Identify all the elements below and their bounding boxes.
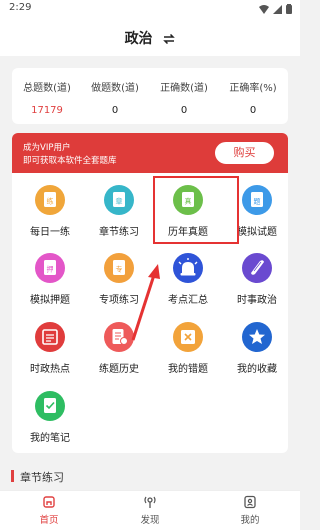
grid-item-special-practice[interactable]: 专 专项练习 <box>84 253 154 317</box>
grid-label: 练题历史 <box>99 364 139 375</box>
grid-label: 时政热点 <box>30 364 70 375</box>
notes-icon <box>35 391 65 421</box>
star-icon <box>242 322 272 352</box>
discover-icon <box>144 496 156 508</box>
hot-news-icon <box>35 322 65 352</box>
status-icons <box>259 4 292 14</box>
mock-prediction-icon: 押 <box>35 253 65 283</box>
battery-icon <box>286 4 292 14</box>
grid-label: 模拟押题 <box>30 295 70 306</box>
grid-item-current-politics[interactable]: 时事政治 <box>222 253 288 317</box>
history-icon <box>104 322 134 352</box>
grid-item-mock-prediction[interactable]: 押 模拟押题 <box>15 253 85 317</box>
svg-text:题: 题 <box>254 198 261 206</box>
svg-text:练: 练 <box>47 197 54 206</box>
grid-label: 考点汇总 <box>168 295 208 306</box>
grid-label: 专项练习 <box>99 295 139 306</box>
status-bar: 2:29 <box>0 0 300 18</box>
page-title: 政治 <box>124 31 153 47</box>
bottom-tab-bar: 首页 发现 我的 <box>0 490 300 530</box>
stat-accuracy: 正确率(%) 0 <box>220 68 286 124</box>
svg-text:章: 章 <box>116 197 123 206</box>
grid-item-my-notes[interactable]: 我的笔记 <box>15 391 85 453</box>
tab-profile[interactable]: 我的 <box>220 495 280 529</box>
wifi-icon <box>259 4 269 14</box>
stat-value: 0 <box>249 105 257 116</box>
grid-label: 时事政治 <box>237 295 277 306</box>
mock-questions-icon: 题 <box>242 185 272 215</box>
alarm-icon <box>173 253 203 283</box>
tab-label: 我的 <box>240 515 260 526</box>
features-card: 成为VIP用户 即可获取本软件全套题库 购买 练 每日一练 章 章节练习 真 历… <box>12 133 288 453</box>
grid-item-wrong-answers[interactable]: 我的错题 <box>153 322 223 386</box>
stat-value: 0 <box>111 105 119 116</box>
stat-total: 总题数(道) 17179 <box>14 68 80 124</box>
section-title: 章节练习 <box>20 471 64 484</box>
vip-description: 即可获取本软件全套题库 <box>23 156 117 166</box>
grid-item-chapter-practice[interactable]: 章 章节练习 <box>84 185 154 249</box>
grid-label: 章节练习 <box>99 227 139 238</box>
tab-label: 首页 <box>39 515 59 526</box>
grid-label: 我的收藏 <box>237 364 277 375</box>
buy-button[interactable]: 购买 <box>215 142 274 164</box>
daily-practice-icon: 练 <box>35 185 65 215</box>
stat-label: 做题数(道) <box>91 83 139 94</box>
grid-item-favorites[interactable]: 我的收藏 <box>222 322 288 386</box>
grid-item-practice-history[interactable]: 练题历史 <box>84 322 154 386</box>
switch-arrows-icon[interactable] <box>163 34 176 44</box>
title-bar: 政治 <box>0 18 300 56</box>
special-practice-icon: 专 <box>104 253 134 283</box>
status-time: 2:29 <box>9 2 32 13</box>
stat-correct: 正确数(道) 0 <box>151 68 217 124</box>
stat-value: 0 <box>180 105 188 116</box>
stat-done: 做题数(道) 0 <box>82 68 148 124</box>
stats-card: 总题数(道) 17179 做题数(道) 0 正确数(道) 0 正确率(%) 0 <box>12 68 288 124</box>
grid-label: 我的笔记 <box>30 433 70 444</box>
grid-item-hot-topics[interactable]: 时政热点 <box>15 322 85 386</box>
svg-text:专: 专 <box>116 265 123 274</box>
app-screen: 2:29 政治 总题数(道) 17179 做题数(道) 0 正确数(道) 0 正… <box>0 0 300 530</box>
svg-text:押: 押 <box>47 265 54 274</box>
stat-label: 正确数(道) <box>160 83 208 94</box>
grid-item-key-points[interactable]: 考点汇总 <box>153 253 223 317</box>
tab-discover[interactable]: 发现 <box>120 495 180 529</box>
highlight-box <box>153 176 239 244</box>
grid-label: 我的错题 <box>168 364 208 375</box>
section-accent-bar <box>11 470 14 482</box>
stat-value: 17179 <box>31 105 63 116</box>
vip-banner: 成为VIP用户 即可获取本软件全套题库 购买 <box>12 133 288 173</box>
chapter-section-header: 章节练习 <box>0 464 300 490</box>
stat-label: 正确率(%) <box>229 83 277 94</box>
home-icon <box>43 496 55 508</box>
vip-title: 成为VIP用户 <box>23 143 71 153</box>
grid-item-daily-practice[interactable]: 练 每日一练 <box>15 185 85 249</box>
stat-label: 总题数(道) <box>23 83 71 94</box>
wrong-answers-icon <box>173 322 203 352</box>
subject-selector[interactable]: 政治 <box>0 28 300 48</box>
chapter-practice-icon: 章 <box>104 185 134 215</box>
grid-label: 每日一练 <box>30 227 70 238</box>
scroll-icon <box>242 253 272 283</box>
signal-icon <box>273 4 282 14</box>
tab-home[interactable]: 首页 <box>19 495 79 529</box>
profile-icon <box>244 495 256 509</box>
tab-label: 发现 <box>140 515 160 526</box>
